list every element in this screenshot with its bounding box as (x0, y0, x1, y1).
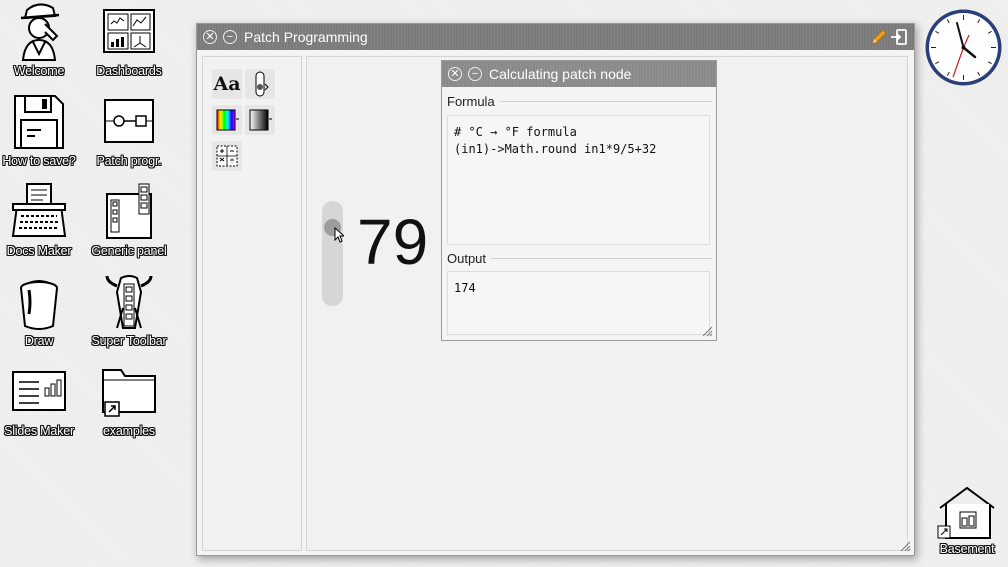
gradient-node-tool[interactable] (245, 105, 275, 135)
minimize-icon[interactable]: − (468, 67, 482, 81)
typewriter-icon (11, 183, 67, 237)
close-icon[interactable]: ✕ (203, 30, 217, 44)
formula-line: (in1)->Math.round in1*9/5+32 (454, 142, 657, 156)
node-window-title: Calculating patch node (489, 66, 632, 82)
close-icon[interactable]: ✕ (448, 67, 462, 81)
formula-editor[interactable]: # °C → °F formula (in1)->Math.round in1*9… (447, 115, 710, 245)
paint-bucket-icon (20, 280, 58, 330)
exit-icon[interactable] (890, 28, 908, 46)
desktop-icon-label: Draw (24, 334, 54, 348)
super-toolbar-icon (105, 275, 153, 329)
desktop-icon-label: Welcome (13, 64, 65, 78)
slides-icon (12, 371, 66, 411)
desktop-icon-generic-panel[interactable]: Generic panel (84, 182, 174, 270)
slider-icon (255, 71, 269, 97)
floppy-disk-icon (14, 95, 64, 149)
resize-grip-icon[interactable] (899, 540, 911, 552)
slider-node-tool[interactable] (245, 69, 275, 99)
text-aa-icon: Aa (213, 73, 241, 95)
dashboards-icon (103, 9, 155, 53)
desktop-icon-how-to-save[interactable]: How to save? (0, 92, 84, 180)
node-window-titlebar[interactable]: ✕ − Calculating patch node (442, 61, 716, 87)
desktop-icon-examples[interactable]: examples (84, 362, 174, 450)
desktop-icon-label: Patch progr. (96, 154, 162, 168)
window-title: Patch Programming (244, 29, 368, 45)
clock-widget (925, 9, 1002, 86)
desktop-icon-label: Dashboards (96, 64, 162, 78)
calculator-icon (216, 145, 238, 167)
house-basement-icon (937, 486, 995, 539)
detective-icon (20, 3, 60, 61)
minimize-icon[interactable]: − (223, 30, 237, 44)
generic-panel-icon (106, 183, 152, 239)
gradient-icon (249, 109, 272, 131)
desktop-icon-label: How to save? (2, 154, 76, 168)
pencil-icon[interactable] (870, 28, 888, 46)
node-palette: Aa (202, 56, 302, 551)
calculate-node-tool[interactable] (212, 141, 242, 171)
output-label: Output (447, 251, 492, 266)
patch-icon (104, 99, 154, 143)
desktop-icon-label: Slides Maker (4, 424, 74, 438)
mouse-cursor-icon (334, 227, 344, 243)
formula-label: Formula (447, 94, 500, 109)
formula-line: # °C → °F formula (454, 125, 577, 139)
desktop-icon-label: Super Toolbar (91, 334, 167, 348)
value-display: 79 (357, 206, 429, 278)
desktop-icon-welcome[interactable]: Welcome (0, 2, 84, 90)
color-spectrum-icon (216, 109, 239, 131)
desktop-icon-label: Basement (939, 542, 995, 556)
window-titlebar[interactable]: ✕ − Patch Programming (197, 24, 914, 50)
output-value: 174 (454, 281, 476, 295)
desktop-icon-patch-progr[interactable]: Patch progr. (84, 92, 174, 180)
color-node-tool[interactable] (212, 105, 242, 135)
resize-grip-icon[interactable] (701, 325, 713, 337)
desktop-icon-docs-maker[interactable]: Docs Maker (0, 182, 84, 270)
desktop-icon-label: examples (103, 424, 155, 438)
output-field: 174 (447, 271, 710, 335)
calculating-patch-node-window[interactable]: ✕ − Calculating patch node Formula # °C … (441, 60, 717, 341)
desktop-icon-slides-maker[interactable]: Slides Maker (0, 362, 84, 450)
desktop-icon-label: Generic panel (91, 244, 167, 258)
desktop-icon-draw[interactable]: Draw (0, 272, 84, 360)
desktop-icon-basement[interactable]: Basement (930, 484, 1004, 564)
desktop-icon-dashboards[interactable]: Dashboards (84, 2, 174, 90)
value-slider[interactable] (322, 201, 343, 306)
desktop-icon-super-toolbar[interactable]: Super Toolbar (84, 272, 174, 360)
folder-shortcut-icon (102, 369, 156, 417)
text-node-tool[interactable]: Aa (212, 69, 242, 99)
desktop-icon-label: Docs Maker (6, 244, 72, 258)
